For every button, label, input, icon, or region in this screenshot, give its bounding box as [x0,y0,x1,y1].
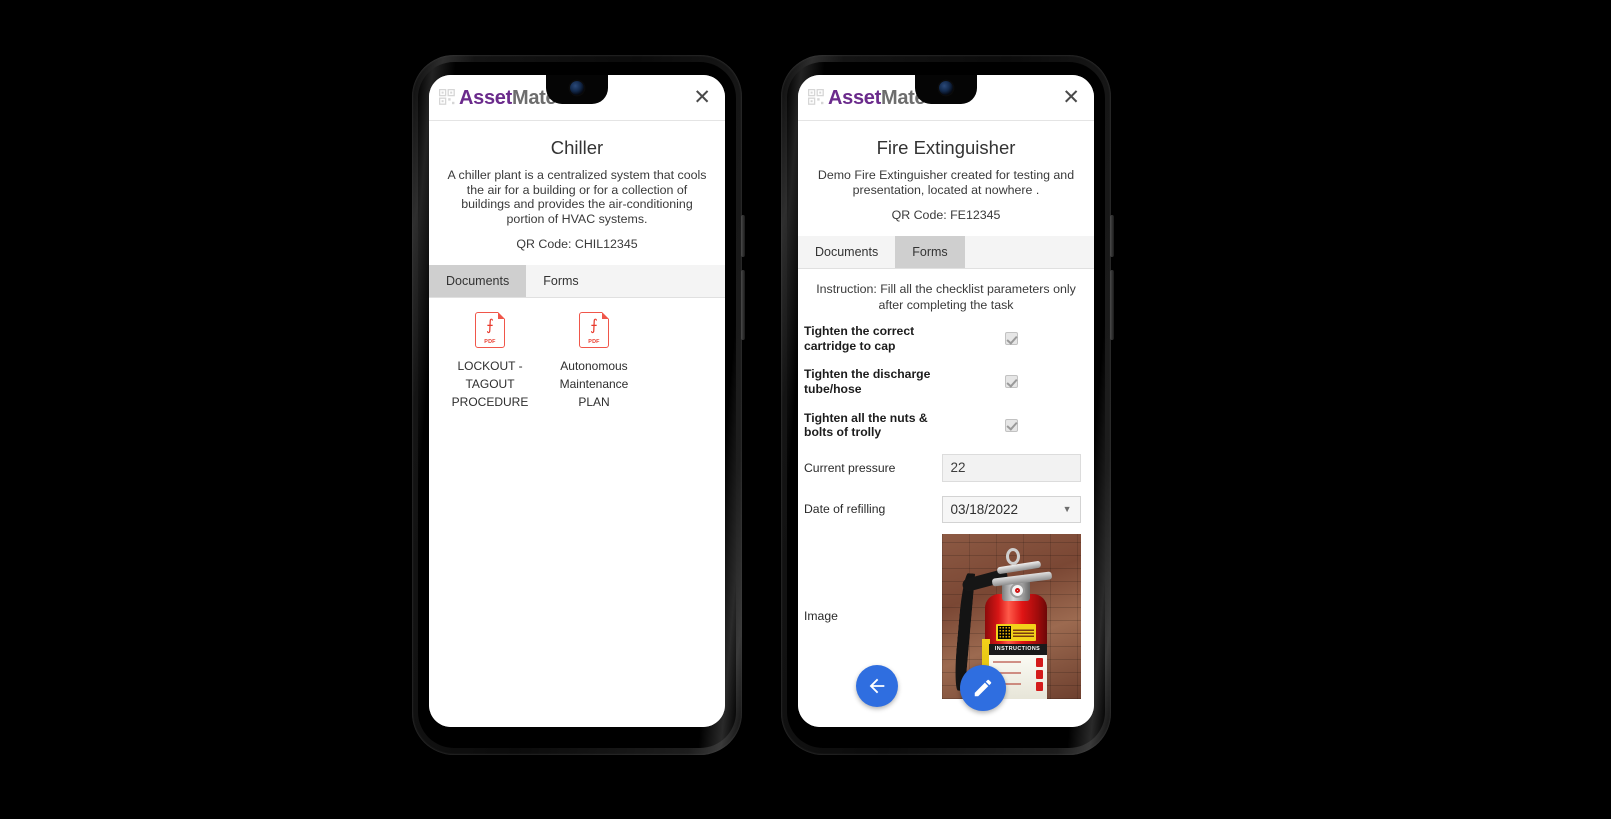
asset-description-left: A chiller plant is a centralized system … [447,168,707,226]
camera-notch-right [915,75,977,104]
date-of-refilling-select[interactable]: 03/18/2022 ▼ [941,495,1081,523]
app-logo-left[interactable]: AssetMate [438,86,557,109]
phone-screen-left: AssetMate ✕ Chiller A chiller plant is a… [429,75,725,727]
pdf-file-icon: ⨍ PDF [579,312,609,348]
asset-title-right: Fire Extinguisher [876,137,1016,158]
brand-name-asset: Asset [828,86,881,109]
field-label: Tighten the correct cartridge to cap [804,324,915,353]
checklist-row-cartridge: Tighten the correct cartridge to cap [798,317,1094,360]
document-name: Autonomous Maintenance PLAN [559,359,629,409]
checklist-row-nuts-bolts: Tighten all the nuts & bolts of trolly [798,404,1094,447]
qr-code-icon [807,88,825,106]
pressure-gauge-icon [1009,582,1025,598]
back-button[interactable] [856,665,898,707]
front-camera-icon-right [939,81,953,95]
field-label: Tighten the discharge tube/hose [804,367,931,396]
content-area-left: Chiller A chiller plant is a centralized… [429,121,725,727]
current-pressure-input[interactable]: 22 [941,453,1081,482]
phone-side-button-volume-left[interactable] [741,215,745,257]
pencil-icon [974,679,992,697]
instructions-band: INSTRUCTIONS [988,643,1047,655]
front-camera-icon-left [570,81,584,95]
field-label: Tighten all the nuts & bolts of trolly [804,410,928,440]
tab-documents-left[interactable]: Documents [429,265,527,297]
qr-code-icon [438,88,456,106]
asset-title-left: Chiller [550,137,604,158]
documents-grid-left: ⨍ PDF LOCKOUT - TAGOUT PROCEDURE ⨍ PDF A… [429,298,725,411]
field-label: Date of refilling [804,502,886,517]
field-row-date-of-refilling: Date of refilling 03/18/2022 ▼ [798,489,1094,530]
edit-button[interactable] [960,665,1006,711]
field-label: Current pressure [804,460,896,475]
field-label: Image [804,609,838,624]
asset-qr-code-right: QR Code: FE12345 [891,208,1001,222]
qr-label-text [1012,627,1034,637]
phone-device-left: AssetMate ✕ Chiller A chiller plant is a… [412,55,745,755]
camera-notch-left [546,75,608,104]
tab-forms-left[interactable]: Forms [526,265,596,297]
arrow-left-icon [869,678,885,694]
tab-documents-right[interactable]: Documents [798,236,896,268]
checkbox-nuts-bolts[interactable] [1004,418,1018,432]
extinguisher-qr-label [995,623,1036,641]
form-instruction: Instruction: Fill all the checklist para… [816,282,1076,312]
date-of-refilling-value: 03/18/2022 [950,501,1019,517]
phone-device-right: AssetMate ✕ Fire Extinguisher Demo Fire … [781,55,1114,755]
qr-code-icon [997,625,1011,639]
asset-qr-code-left: QR Code: CHIL12345 [516,237,638,251]
field-row-image: Image INSTRUCTIONS [798,530,1094,703]
pdf-badge-label: PDF [484,339,496,345]
extinguisher-pull-ring [1005,547,1020,565]
asset-description-right: Demo Fire Extinguisher created for testi… [817,168,1075,197]
phone-side-button-power-left[interactable] [741,270,745,340]
pdf-file-icon: ⨍ PDF [475,312,505,348]
close-icon[interactable]: ✕ [693,87,711,108]
checklist-row-discharge-tube: Tighten the discharge tube/hose [798,360,1094,403]
tab-filler-left [595,265,725,297]
app-logo-right[interactable]: AssetMate [807,86,926,109]
fire-extinguisher-photo[interactable]: INSTRUCTIONS [941,533,1081,699]
phone-side-button-power-right[interactable] [1110,270,1114,340]
tab-bar-left: Documents Forms [429,265,725,298]
extinguisher-lever [996,560,1041,575]
close-icon[interactable]: ✕ [1062,87,1080,108]
document-name: LOCKOUT - TAGOUT PROCEDURE [451,359,529,409]
tab-bar-right: Documents Forms [798,236,1094,269]
checkbox-cartridge[interactable] [1004,332,1018,346]
document-item[interactable]: ⨍ PDF LOCKOUT - TAGOUT PROCEDURE [451,312,529,411]
tab-forms-right[interactable]: Forms [895,236,965,268]
chevron-down-icon: ▼ [1062,504,1072,515]
brand-name-asset: Asset [459,86,512,109]
document-item[interactable]: ⨍ PDF Autonomous Maintenance PLAN [555,312,633,411]
checkbox-discharge-tube[interactable] [1004,375,1018,389]
content-area-right: Fire Extinguisher Demo Fire Extinguisher… [798,121,1094,727]
tab-filler-right [964,236,1094,268]
field-row-current-pressure: Current pressure 22 [798,447,1094,489]
screenshot-stage: AssetMate ✕ Chiller A chiller plant is a… [0,0,1611,819]
phone-side-button-volume-right[interactable] [1110,215,1114,257]
phone-screen-right: AssetMate ✕ Fire Extinguisher Demo Fire … [798,75,1094,727]
pdf-badge-label: PDF [588,339,600,345]
